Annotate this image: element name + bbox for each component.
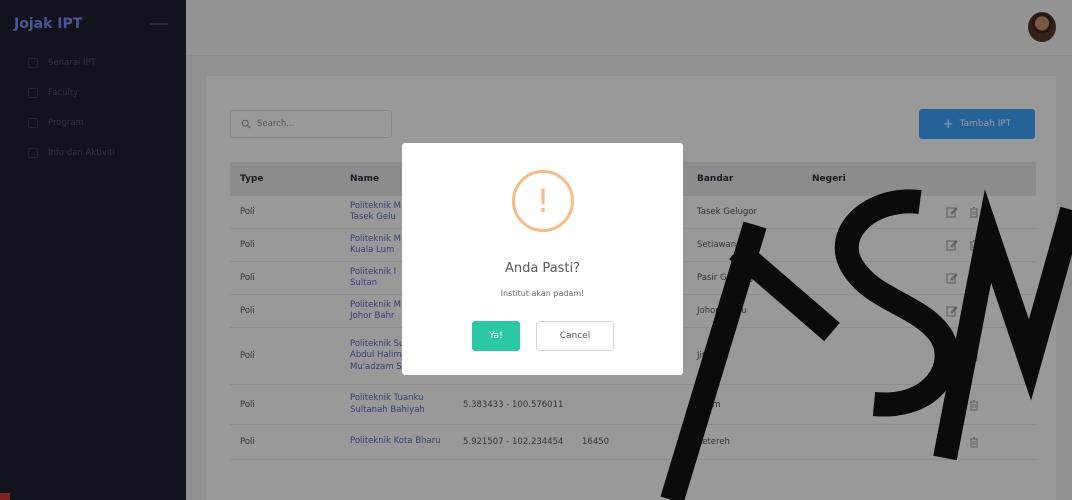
dialog-title: Anda Pasti? [504,261,581,276]
cancel-button[interactable]: Cancel [536,321,614,351]
confirm-button[interactable]: Ya! [472,321,520,351]
confirm-dialog: ! Anda Pasti? Institut akan padam! Ya! C… [402,143,683,375]
warning-icon: ! [512,170,574,232]
dialog-message: Institut akan padam! [500,289,585,298]
